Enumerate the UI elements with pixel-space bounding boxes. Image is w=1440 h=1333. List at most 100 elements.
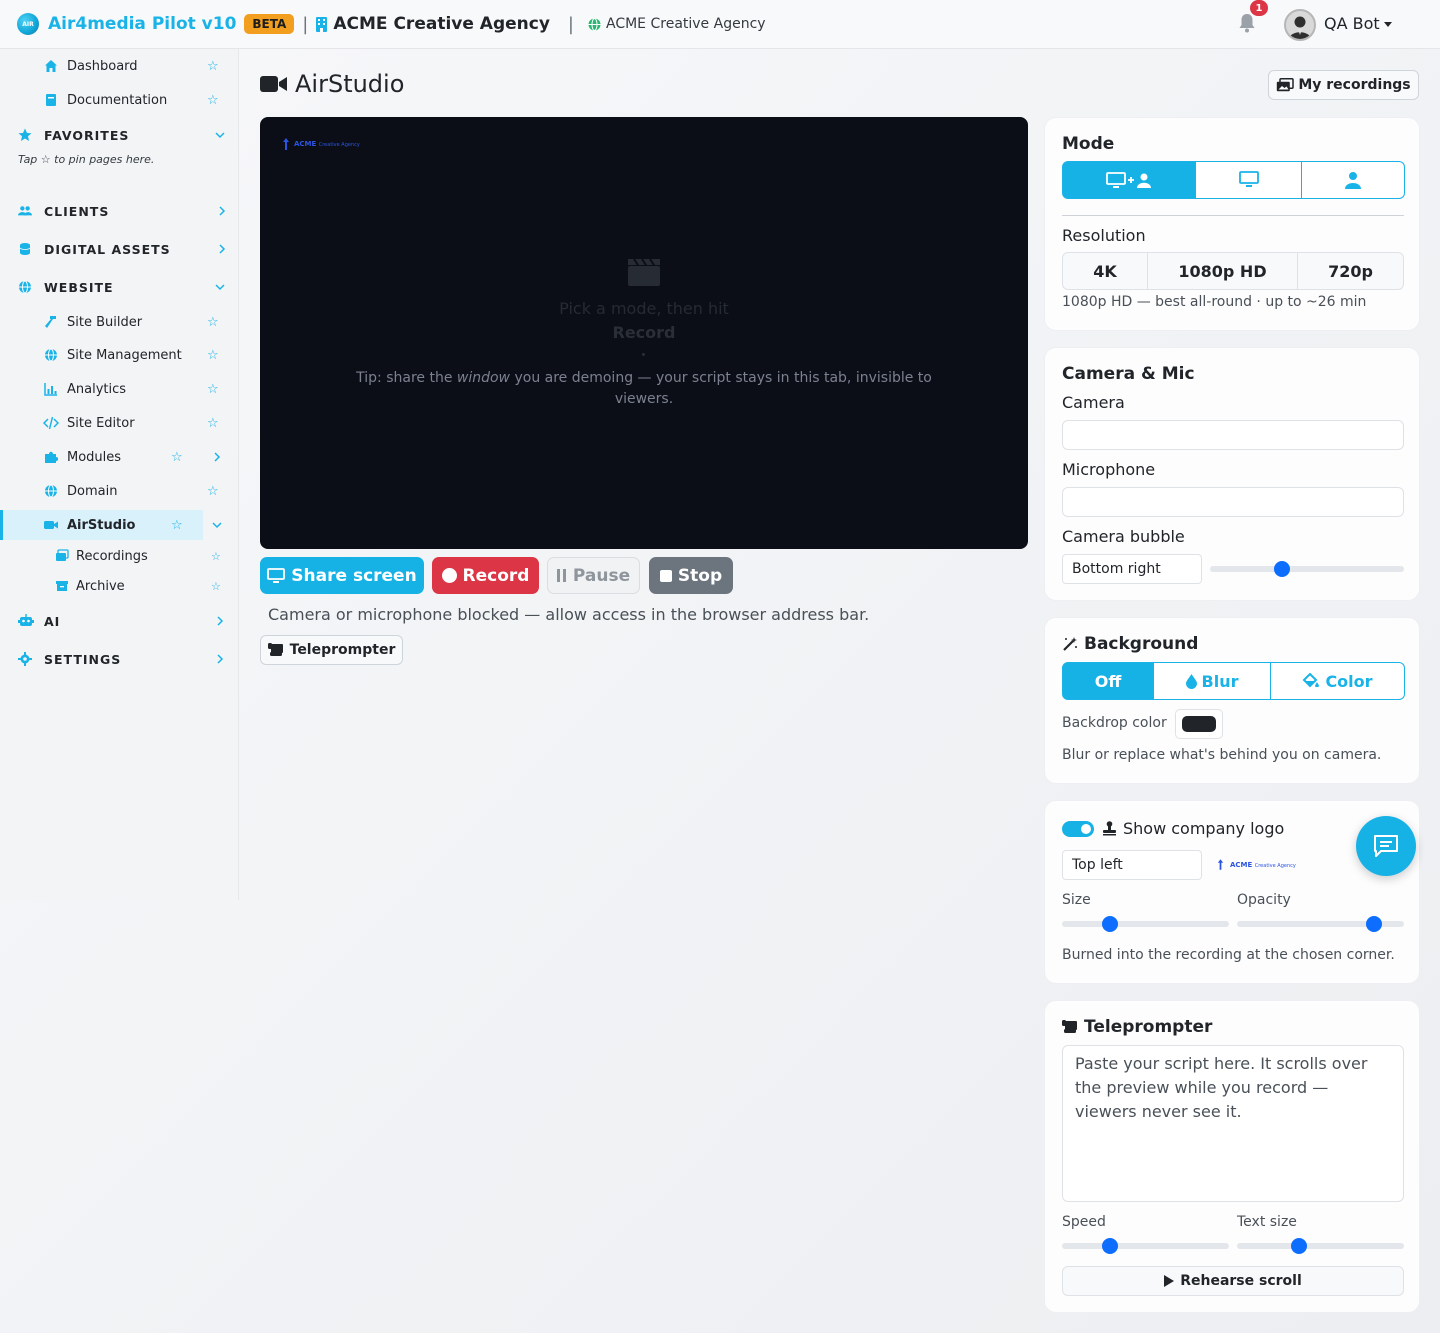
star-icon[interactable]: ☆ (207, 59, 219, 74)
mode-screen-button[interactable] (1196, 161, 1302, 199)
agency-site-name[interactable]: ACME Creative Agency (606, 16, 766, 32)
sidebar-item-site-editor[interactable]: Site Editor ☆ (0, 408, 239, 438)
sidebar-item-dashboard[interactable]: Dashboard ☆ (0, 51, 239, 81)
sidebar-item-documentation[interactable]: Documentation ☆ (0, 85, 239, 115)
logo-position-select[interactable]: Top left (1062, 850, 1202, 880)
background-off-button[interactable]: Off (1062, 662, 1154, 700)
slider-knob[interactable] (1102, 916, 1119, 932)
sidebar-item-site-management[interactable]: Site Management ☆ (0, 340, 239, 370)
sidebar-section-ai[interactable]: AI (0, 606, 239, 636)
sidebar-section-settings[interactable]: SETTINGS (0, 644, 239, 674)
chevron-right-icon (219, 206, 226, 216)
star-icon[interactable]: ☆ (207, 315, 219, 330)
chevron-right-icon[interactable] (212, 452, 222, 462)
share-screen-button[interactable]: Share screen (260, 557, 424, 594)
script-textarea[interactable]: Paste your script here. It scrolls over … (1062, 1045, 1404, 1202)
star-icon[interactable]: ☆ (211, 580, 221, 593)
star-icon[interactable]: ☆ (207, 93, 219, 108)
opacity-label: Opacity (1237, 892, 1291, 908)
star-icon[interactable]: ☆ (207, 416, 219, 431)
pause-label: Pause (572, 565, 631, 586)
star-icon[interactable]: ☆ (171, 450, 183, 465)
building-icon (316, 16, 328, 32)
mode-screen-camera-button[interactable] (1062, 161, 1196, 199)
rehearse-scroll-button[interactable]: Rehearse scroll (1062, 1266, 1404, 1296)
camera-bubble-label: Camera bubble (1062, 527, 1185, 546)
brand-name[interactable]: Air4media Pilot v10 (48, 14, 236, 34)
sidebar-section-favorites[interactable]: FAVORITES (0, 120, 239, 150)
sidebar-item-modules[interactable]: Modules ☆ (0, 442, 239, 472)
preview-instruction-action: Record (612, 323, 676, 342)
resolution-720p-button[interactable]: 720p (1298, 252, 1404, 290)
resolution-4k-button[interactable]: 4K (1062, 252, 1148, 290)
slider-knob[interactable] (1290, 1238, 1307, 1254)
resolution-1080p-button[interactable]: 1080p HD (1148, 252, 1298, 290)
separator: | (567, 13, 574, 35)
text-size-slider[interactable] (1237, 1238, 1404, 1254)
logo-mark-icon (283, 138, 289, 150)
backdrop-color-picker[interactable] (1175, 709, 1223, 739)
star-icon[interactable]: ☆ (207, 348, 219, 363)
database-icon (19, 243, 31, 255)
logo-preview: ACME Creative Agency (1217, 859, 1296, 870)
sidebar-item-airstudio[interactable]: AirStudio ☆ (0, 510, 239, 540)
star-icon[interactable]: ☆ (207, 484, 219, 499)
logo-size-slider[interactable] (1062, 916, 1229, 932)
sidebar-section-website[interactable]: WEBSITE (0, 272, 239, 302)
speed-slider[interactable] (1062, 1238, 1229, 1254)
mode-camera-button[interactable] (1302, 161, 1405, 199)
chevron-down-icon (215, 284, 225, 291)
sidebar-item-label: Recordings (76, 548, 148, 564)
brand[interactable]: AIR Air4media Pilot v10 BETA (17, 13, 295, 35)
globe-icon (588, 17, 601, 31)
sidebar-item-archive[interactable]: Archive ☆ (0, 571, 239, 601)
chat-button[interactable] (1356, 816, 1416, 876)
chevron-down-icon[interactable] (212, 520, 222, 530)
logo-opacity-slider[interactable] (1237, 916, 1404, 932)
photos-icon (56, 549, 69, 561)
logo-toggle[interactable] (1062, 821, 1094, 837)
avatar[interactable] (1284, 9, 1316, 41)
user-menu[interactable]: QA Bot (1324, 14, 1380, 33)
slider-knob[interactable] (1365, 916, 1382, 932)
brand-logo-icon: AIR (17, 13, 39, 35)
background-blur-button[interactable]: Blur (1154, 662, 1271, 700)
sidebar-item-analytics[interactable]: Analytics ☆ (0, 374, 239, 404)
color-swatch (1182, 716, 1216, 732)
sidebar-section-label: FAVORITES (44, 127, 130, 143)
pause-button[interactable]: Pause (547, 557, 640, 594)
slider-knob[interactable] (1273, 561, 1290, 577)
star-icon[interactable]: ☆ (211, 550, 221, 563)
bell-icon[interactable] (1238, 13, 1256, 33)
star-icon[interactable]: ☆ (171, 518, 183, 533)
star-icon[interactable]: ☆ (207, 382, 219, 397)
bubble-position-select[interactable]: Bottom right (1062, 554, 1202, 584)
chat-icon (1374, 835, 1398, 857)
sidebar-item-site-builder[interactable]: Site Builder ☆ (0, 307, 239, 337)
agency-name[interactable]: ACME Creative Agency (333, 14, 550, 34)
sidebar-item-label: Site Editor (67, 415, 135, 431)
card-title: Teleprompter (1062, 1017, 1212, 1037)
logo-mark-icon (1217, 859, 1224, 870)
teleprompter-button[interactable]: Teleprompter (260, 635, 403, 665)
my-recordings-button[interactable]: My recordings (1268, 70, 1419, 100)
slider-knob[interactable] (1102, 1238, 1119, 1254)
background-color-button[interactable]: Color (1271, 662, 1405, 700)
sidebar-item-label: Site Builder (67, 314, 143, 330)
sidebar-section-digital-assets[interactable]: DIGITAL ASSETS (0, 234, 239, 264)
record-button[interactable]: Record (432, 557, 539, 594)
bubble-size-slider[interactable] (1210, 561, 1404, 577)
paint-bucket-icon (1303, 673, 1320, 688)
sidebar-section-clients[interactable]: CLIENTS (0, 196, 239, 226)
camera-select[interactable] (1062, 420, 1404, 450)
chevron-down-icon[interactable] (1384, 22, 1392, 27)
background-title-label: Background (1084, 634, 1199, 654)
sidebar-item-recordings[interactable]: Recordings ☆ (0, 541, 239, 571)
sidebar-item-domain[interactable]: Domain ☆ (0, 476, 239, 506)
stop-button[interactable]: Stop (649, 557, 733, 594)
permission-warning: Camera or microphone blocked — allow acc… (268, 605, 870, 624)
gear-icon (18, 652, 32, 666)
my-recordings-label: My recordings (1298, 77, 1411, 93)
color-label: Color (1325, 671, 1373, 691)
microphone-select[interactable] (1062, 487, 1404, 517)
